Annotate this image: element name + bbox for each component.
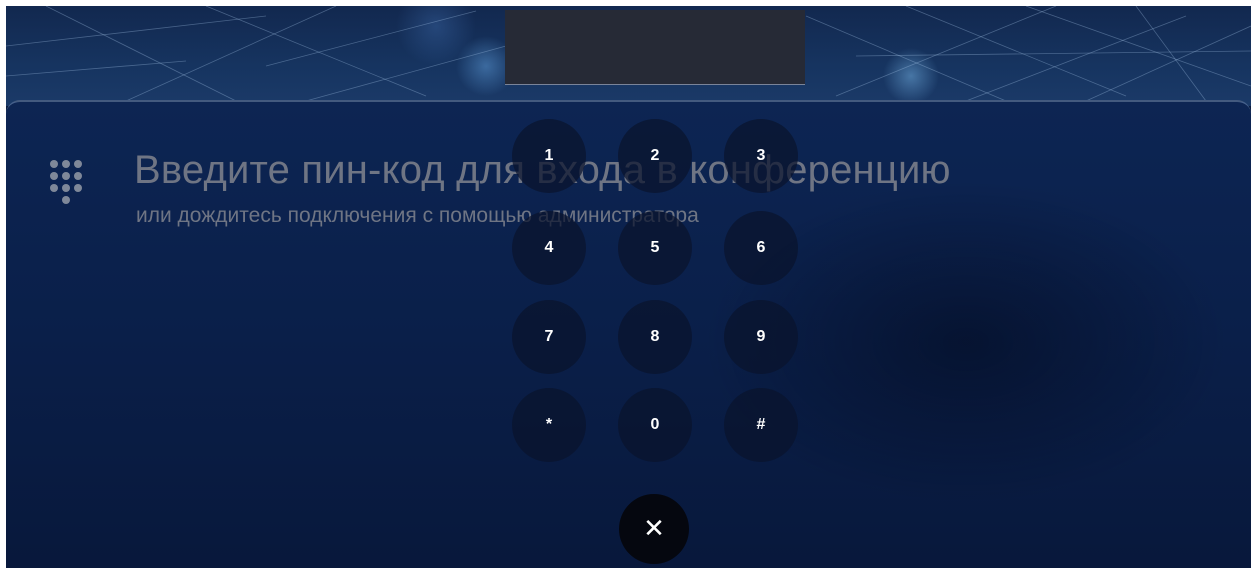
keypad-key-0[interactable]: 0 (618, 388, 692, 462)
keypad-key-2[interactable]: 2 (618, 119, 692, 193)
keypad-key-hash[interactable]: # (724, 388, 798, 462)
keypad-key-5[interactable]: 5 (618, 211, 692, 285)
conference-pin-screen: Введите пин-код для входа в конференцию … (6, 6, 1251, 568)
close-icon: ✕ (643, 514, 665, 544)
keypad-key-1[interactable]: 1 (512, 119, 586, 193)
keypad-key-3[interactable]: 3 (724, 119, 798, 193)
keypad-key-9[interactable]: 9 (724, 300, 798, 374)
keypad-key-4[interactable]: 4 (512, 211, 586, 285)
pin-display-field[interactable] (505, 10, 805, 85)
close-button[interactable]: ✕ (619, 494, 689, 564)
keypad-key-6[interactable]: 6 (724, 211, 798, 285)
keypad-key-7[interactable]: 7 (512, 300, 586, 374)
page-subtitle: или дождитесь подключения с помощью адми… (136, 204, 699, 227)
keypad-key-8[interactable]: 8 (618, 300, 692, 374)
keypad-key-star[interactable]: * (512, 388, 586, 462)
dialpad-icon (50, 160, 84, 220)
